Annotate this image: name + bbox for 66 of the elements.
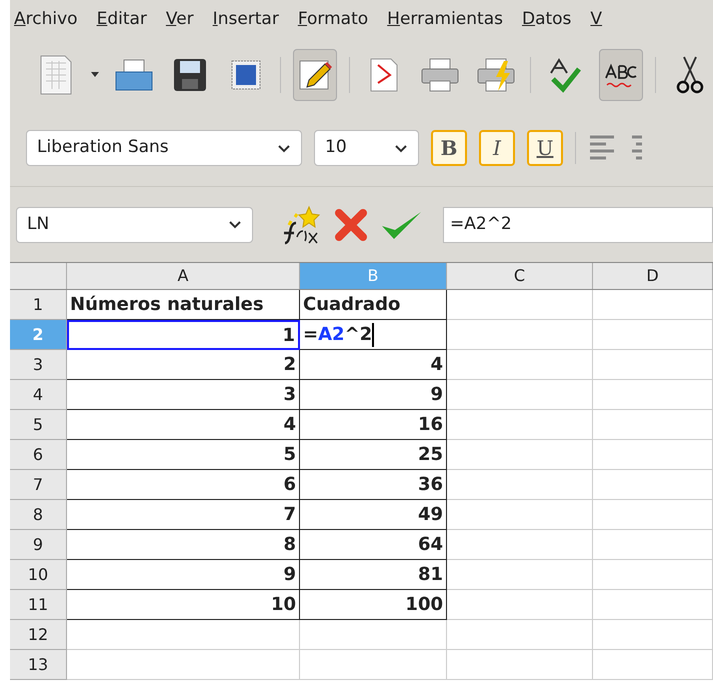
menu-item[interactable]: Archivo xyxy=(14,7,78,33)
menu-item[interactable]: Editar xyxy=(96,7,147,33)
cancel-x-icon[interactable] xyxy=(333,206,369,242)
table-cell: 7 xyxy=(67,500,300,530)
menu-item[interactable]: Insertar xyxy=(212,7,279,33)
table-cell: 9 xyxy=(67,560,300,590)
menu-item[interactable]: Herramientas xyxy=(387,7,503,33)
printer-lightning-icon xyxy=(476,57,516,93)
name-box[interactable]: LN xyxy=(16,206,253,242)
table-cell: 36 xyxy=(300,470,447,500)
row-header[interactable]: 10 xyxy=(10,560,67,590)
row-header[interactable]: 3 xyxy=(10,350,67,380)
row-header[interactable]: 5 xyxy=(10,410,67,440)
row-header[interactable]: 4 xyxy=(10,380,67,410)
formula-input[interactable]: =A2^2 xyxy=(443,206,713,242)
row-header[interactable]: 8 xyxy=(10,500,67,530)
table-cell: 100 xyxy=(300,590,447,620)
dropdown-arrow-icon xyxy=(90,72,100,78)
format-button[interactable]: I xyxy=(479,130,515,166)
row-header[interactable]: 11 xyxy=(10,590,67,620)
font-size-dropdown[interactable]: 10 xyxy=(314,130,419,166)
scissors-icon xyxy=(676,55,704,95)
toolbar-button[interactable] xyxy=(293,49,337,101)
chevron-down-icon xyxy=(277,144,291,152)
table-cell: 2 xyxy=(67,350,300,380)
toolbar-button[interactable] xyxy=(599,49,643,101)
menu-item[interactable]: Datos xyxy=(522,7,572,33)
table-cell: 1 xyxy=(67,320,300,350)
table-cell: 4 xyxy=(67,410,300,440)
toolbar-button[interactable] xyxy=(90,72,100,78)
format-button[interactable]: U xyxy=(527,130,563,166)
chevron-down-icon xyxy=(228,220,242,229)
pdf-document-icon xyxy=(368,57,400,93)
row-header[interactable]: 9 xyxy=(10,530,67,560)
table-cell: 49 xyxy=(300,500,447,530)
table-cell: 16 xyxy=(300,410,447,440)
table-cell: 5 xyxy=(67,440,300,470)
table-cell: 10 xyxy=(67,590,300,620)
table-cell: 3 xyxy=(67,380,300,410)
row-header[interactable]: 6 xyxy=(10,440,67,470)
row-header[interactable]: 12 xyxy=(10,620,67,650)
table-cell: 81 xyxy=(300,560,447,590)
spreadsheet-document-icon xyxy=(38,53,74,97)
table-cell: 25 xyxy=(300,440,447,470)
row-header[interactable]: 13 xyxy=(10,650,67,680)
table-cell: 64 xyxy=(300,530,447,560)
printer-icon xyxy=(420,57,460,93)
format-button[interactable]: B xyxy=(431,130,467,166)
row-header[interactable]: 7 xyxy=(10,470,67,500)
table-cell: Números naturales xyxy=(67,290,300,320)
menu-item[interactable]: Formato xyxy=(298,7,368,33)
chevron-down-icon xyxy=(394,144,408,152)
font-name-dropdown[interactable]: Liberation Sans xyxy=(26,130,302,166)
table-cell: 6 xyxy=(67,470,300,500)
cell-editor[interactable]: =A2^2 xyxy=(300,320,447,350)
row-header[interactable]: 1 xyxy=(10,290,67,320)
stamp-icon xyxy=(230,59,262,91)
column-header[interactable]: D xyxy=(593,263,713,289)
table-cell: 9 xyxy=(300,380,447,410)
table-cell: 8 xyxy=(67,530,300,560)
table-cell: Cuadrado xyxy=(300,290,447,320)
table-cell: 4 xyxy=(300,350,447,380)
menu-item[interactable]: V xyxy=(590,7,602,33)
menu-item[interactable]: Ver xyxy=(166,7,194,33)
tray-icon xyxy=(114,58,154,92)
column-header[interactable]: C xyxy=(447,263,593,289)
